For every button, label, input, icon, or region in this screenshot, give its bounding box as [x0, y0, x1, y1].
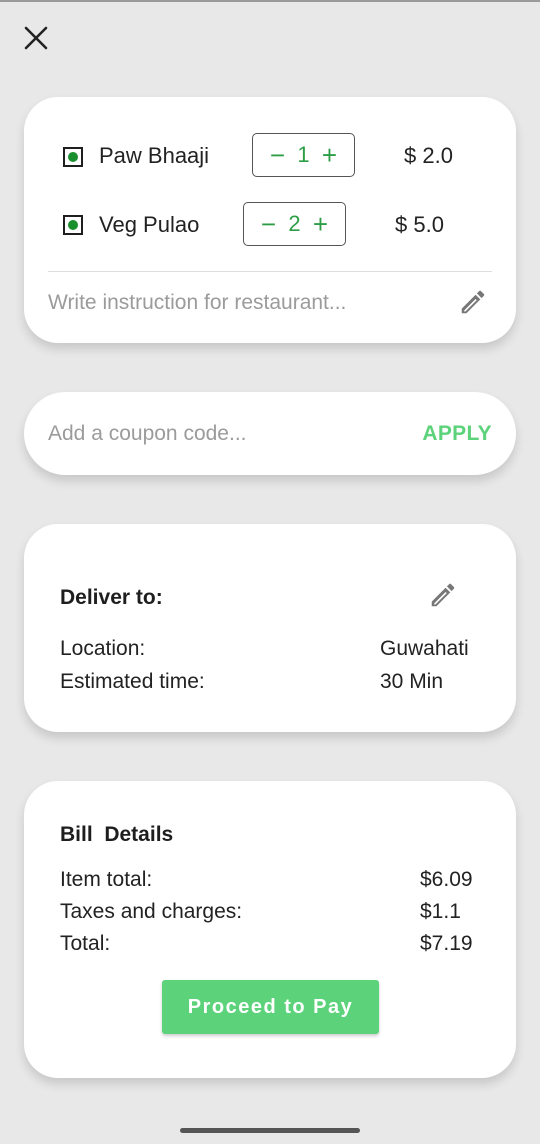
- bill-details-card: Bill Details Item total: $6.09 Taxes and…: [24, 781, 516, 1078]
- taxes-value: $1.1: [420, 900, 461, 923]
- cart-card: Paw Bhaaji − 1 + $ 2.0 Veg Pulao − 2 + $…: [24, 97, 516, 343]
- quantity-stepper: − 2 +: [243, 202, 346, 246]
- estimated-time-value: 30 Min: [380, 670, 444, 693]
- total-label: Total:: [60, 932, 111, 955]
- bill-title: Bill Details: [60, 823, 174, 846]
- divider: [48, 271, 492, 272]
- cart-item-name: Paw Bhaaji: [99, 143, 210, 168]
- increment-button[interactable]: +: [308, 211, 334, 237]
- quantity-stepper: − 1 +: [252, 133, 355, 177]
- close-button[interactable]: [22, 24, 50, 52]
- edit-delivery-button[interactable]: [428, 580, 458, 610]
- location-value: Guwahati: [380, 637, 469, 660]
- edit-instruction-button[interactable]: [458, 287, 488, 317]
- pencil-icon: [431, 583, 455, 607]
- veg-indicator-icon: [63, 215, 83, 235]
- decrement-button[interactable]: −: [256, 211, 282, 237]
- proceed-to-pay-button[interactable]: Proceed to Pay: [162, 980, 379, 1034]
- item-total-value: $6.09: [420, 868, 473, 891]
- delivery-card: Deliver to: Location: Guwahati Estimated…: [24, 524, 516, 732]
- top-edge-line: [0, 0, 540, 2]
- home-indicator[interactable]: [180, 1128, 360, 1133]
- estimated-time-label: Estimated time:: [60, 670, 205, 693]
- total-value: $7.19: [420, 932, 473, 955]
- cart-item-name: Veg Pulao: [99, 212, 200, 237]
- pencil-icon: [461, 290, 485, 314]
- cart-item-price: $ 5.0: [395, 212, 444, 237]
- item-total-label: Item total:: [60, 868, 153, 891]
- veg-indicator-icon: [63, 147, 83, 167]
- coupon-code-input[interactable]: [48, 416, 378, 452]
- delivery-title: Deliver to:: [60, 586, 163, 609]
- coupon-card: APPLY: [24, 392, 516, 475]
- taxes-label: Taxes and charges:: [60, 900, 243, 923]
- decrement-button[interactable]: −: [265, 142, 291, 168]
- location-label: Location:: [60, 637, 146, 660]
- increment-button[interactable]: +: [317, 142, 343, 168]
- close-icon: [24, 26, 48, 50]
- restaurant-instruction-input[interactable]: [48, 285, 448, 321]
- quantity-value: 2: [288, 211, 301, 236]
- quantity-value: 1: [297, 142, 310, 167]
- cart-item-price: $ 2.0: [404, 143, 453, 168]
- apply-coupon-button[interactable]: APPLY: [422, 422, 492, 446]
